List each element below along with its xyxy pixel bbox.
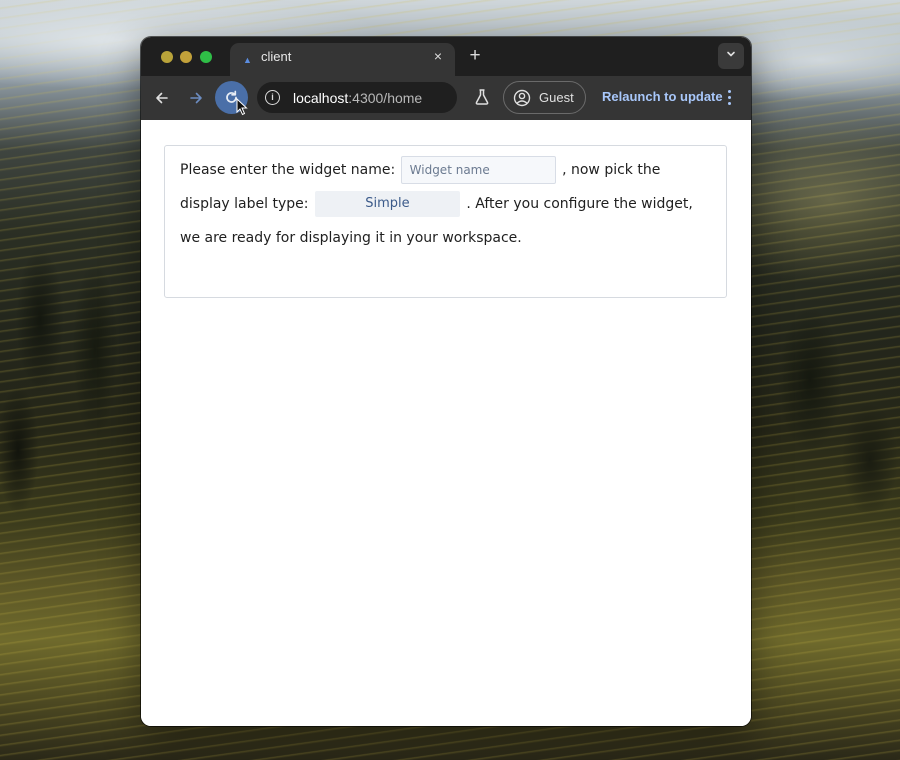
arrow-left-icon xyxy=(156,92,168,104)
tab-title: client xyxy=(261,49,292,64)
minimize-window-button[interactable] xyxy=(180,51,192,63)
flask-icon[interactable] xyxy=(472,87,492,107)
widget-config-text: Please enter the widget name: , now pick… xyxy=(180,153,711,255)
relaunch-to-update-button[interactable]: Relaunch to update xyxy=(602,89,723,105)
arrow-right-icon xyxy=(190,92,202,104)
intro-text: Please enter the widget name: xyxy=(180,162,400,178)
browser-toolbar: i localhost:4300/home Guest Relaunch to … xyxy=(141,76,751,120)
url-path: :4300/home xyxy=(348,90,423,106)
profile-button[interactable]: Guest xyxy=(503,81,586,114)
widget-name-input[interactable] xyxy=(400,156,556,184)
wallpaper-trees-right xyxy=(750,280,900,540)
address-bar[interactable]: i localhost:4300/home xyxy=(257,82,457,113)
account-circle-icon xyxy=(513,89,531,107)
new-tab-button[interactable]: + xyxy=(465,46,485,66)
browser-window: ▲ client × + i localhost:4300/home Guest… xyxy=(141,37,751,726)
title-bar: ▲ client × + xyxy=(141,37,751,76)
maximize-window-button[interactable] xyxy=(200,51,212,63)
tab-client[interactable]: ▲ client × xyxy=(230,43,455,76)
back-button[interactable] xyxy=(151,87,173,109)
label-type-select[interactable]: Simple xyxy=(314,191,460,217)
forward-button[interactable] xyxy=(185,87,207,109)
mouse-cursor-icon xyxy=(236,98,248,116)
tab-search-button[interactable] xyxy=(718,43,744,69)
url-text: localhost:4300/home xyxy=(293,90,422,106)
info-icon[interactable]: i xyxy=(265,90,280,105)
widget-config-card: Please enter the widget name: , now pick… xyxy=(164,145,727,298)
profile-label: Guest xyxy=(539,90,574,105)
wallpaper-trees-left xyxy=(0,200,150,530)
more-menu-icon[interactable] xyxy=(724,87,734,109)
page-viewport: Please enter the widget name: , now pick… xyxy=(141,120,751,726)
close-icon[interactable]: × xyxy=(430,48,446,64)
chevron-down-icon xyxy=(726,50,736,62)
angular-icon: ▲ xyxy=(243,55,252,65)
url-host: localhost xyxy=(293,90,349,106)
close-window-button[interactable] xyxy=(161,51,173,63)
